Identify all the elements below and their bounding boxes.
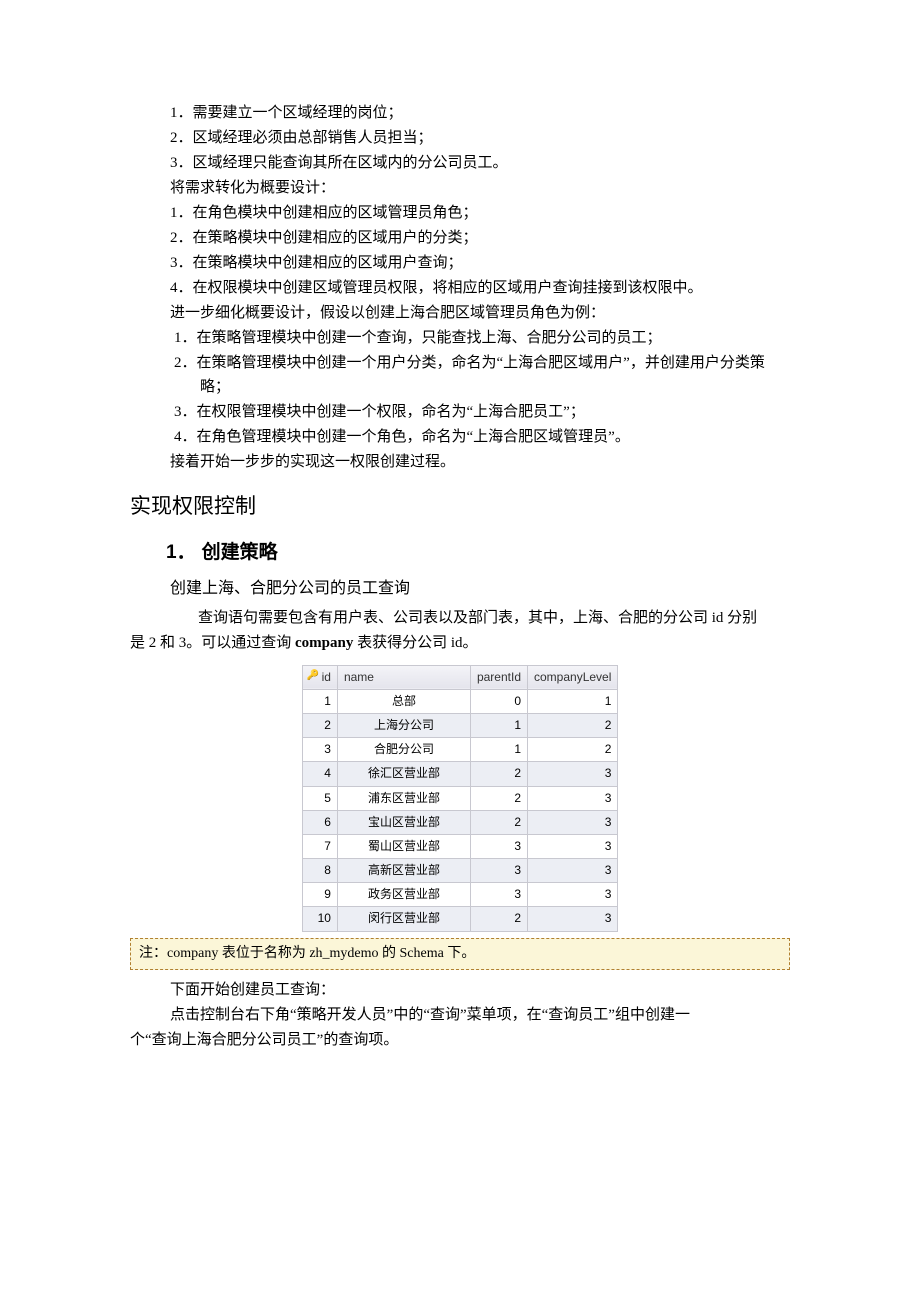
table-row: 2上海分公司12: [302, 713, 618, 737]
para-console-step-1: 点击控制台右下角“策略开发人员”中的“查询”菜单项，在“查询员工”组中创建一: [130, 1003, 790, 1027]
note-schema: 注：company 表位于名称为 zh_mydemo 的 Schema 下。: [130, 938, 790, 970]
subtitle-create-query: 创建上海、合肥分公司的员工查询: [170, 576, 790, 602]
refine-item-1: 1．在策略管理模块中创建一个查询，只能查找上海、合肥分公司的员工；: [130, 326, 790, 350]
sub-title: 创建策略: [202, 542, 278, 563]
req-item-2: 2．区域经理必须由总部销售人员担当；: [170, 126, 790, 150]
refine-item-2: 2．在策略管理模块中创建一个用户分类，命名为“上海合肥区域用户”，并创建用户分类…: [130, 351, 790, 399]
req-trans: 将需求转化为概要设计：: [170, 176, 790, 200]
sub-create-policy: 1． 创建策略: [166, 538, 790, 568]
section-impl-heading: 实现权限控制: [130, 490, 790, 524]
para-query-desc-1: 查询语句需要包含有用户表、公司表以及部门表，其中，上海、合肥的分公司 id 分别: [130, 606, 790, 630]
company-table-figure: id name parentId companyLevel 1总部01 2上海分…: [130, 665, 790, 932]
design-item-4: 4．在权限模块中创建区域管理员权限，将相应的区域用户查询挂接到该权限中。: [170, 276, 790, 300]
refine-item-3: 3．在权限管理模块中创建一个权限，命名为“上海合肥员工”；: [130, 400, 790, 424]
req-item-3: 3．区域经理只能查询其所在区域内的分公司员工。: [170, 151, 790, 175]
para-query-desc-2b: 表获得分公司 id。: [353, 635, 477, 651]
table-row: 10闵行区营业部23: [302, 907, 618, 931]
refine-item-4: 4．在角色管理模块中创建一个角色，命名为“上海合肥区域管理员”。: [130, 425, 790, 449]
para-query-desc-2a: 是 2 和 3。可以通过查询: [130, 635, 295, 651]
para-console-step-2: 个“查询上海合肥分公司员工”的查询项。: [130, 1028, 790, 1052]
design-item-3: 3．在策略模块中创建相应的区域用户查询；: [170, 251, 790, 275]
table-row: 6宝山区营业部23: [302, 810, 618, 834]
table-row: 5浦东区营业部23: [302, 786, 618, 810]
req-item-1: 1．需要建立一个区域经理的岗位；: [170, 101, 790, 125]
refine-intro: 进一步细化概要设计，假设以创建上海合肥区域管理员角色为例：: [170, 301, 790, 325]
col-parentid: parentId: [470, 665, 527, 689]
col-id: id: [302, 665, 337, 689]
table-row: 7蜀山区营业部33: [302, 834, 618, 858]
para-query-desc-2: 是 2 和 3。可以通过查询 company 表获得分公司 id。: [130, 631, 790, 655]
table-row: 9政务区营业部33: [302, 883, 618, 907]
company-table: id name parentId companyLevel 1总部01 2上海分…: [302, 665, 619, 932]
col-companylevel: companyLevel: [528, 665, 618, 689]
key-icon: [309, 672, 319, 682]
sub-num: 1．: [166, 542, 196, 563]
table-row: 4徐汇区营业部23: [302, 762, 618, 786]
design-item-1: 1．在角色模块中创建相应的区域管理员角色；: [170, 201, 790, 225]
table-row: 1总部01: [302, 689, 618, 713]
para-start-create: 下面开始创建员工查询：: [130, 978, 790, 1002]
col-name: name: [337, 665, 470, 689]
company-keyword: company: [295, 635, 353, 651]
design-item-2: 2．在策略模块中创建相应的区域用户的分类；: [170, 226, 790, 250]
table-row: 8高新区营业部33: [302, 859, 618, 883]
next-step: 接着开始一步步的实现这一权限创建过程。: [170, 450, 790, 474]
table-row: 3合肥分公司12: [302, 738, 618, 762]
